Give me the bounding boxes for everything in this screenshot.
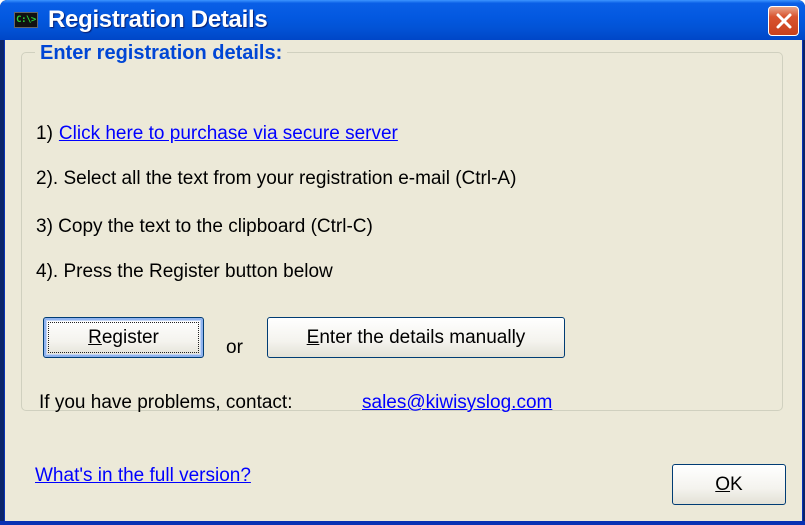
register-label: egister — [101, 326, 159, 348]
manual-mnemonic: E — [306, 326, 320, 348]
contact-label: If you have problems, contact: — [39, 392, 293, 413]
group-label: Enter registration details: — [35, 42, 288, 65]
register-button[interactable]: Register — [43, 317, 204, 358]
registration-dialog: C:\> Registration Details Enter registra… — [0, 0, 805, 525]
window-frame-bottom — [0, 521, 805, 525]
enter-manually-button[interactable]: Enter the details manually — [267, 317, 565, 358]
ok-button[interactable]: OK — [672, 464, 786, 505]
step-2: 2). Select all the text from your regist… — [36, 168, 517, 189]
manual-label: nter the details manually — [319, 326, 526, 348]
step-3: 3) Copy the text to the clipboard (Ctrl-… — [36, 216, 373, 237]
step-4: 4). Press the Register button below — [36, 261, 333, 282]
or-label: or — [226, 337, 243, 358]
ok-label: K — [730, 473, 743, 495]
full-version-link[interactable]: What's in the full version? — [35, 465, 251, 487]
window-title: Registration Details — [48, 6, 268, 33]
ok-mnemonic: O — [715, 473, 731, 495]
contact-email-link[interactable]: sales@kiwisyslog.com — [362, 392, 552, 414]
console-icon: C:\> — [14, 12, 38, 28]
title-bar[interactable]: C:\> Registration Details — [0, 0, 805, 40]
purchase-link[interactable]: Click here to purchase via secure server — [59, 123, 398, 144]
step-1-number: 1) — [36, 123, 53, 144]
register-mnemonic: R — [88, 326, 102, 348]
close-button[interactable] — [768, 6, 799, 36]
close-icon — [776, 13, 791, 29]
step-1: 1) Click here to purchase via secure serv… — [36, 123, 398, 145]
